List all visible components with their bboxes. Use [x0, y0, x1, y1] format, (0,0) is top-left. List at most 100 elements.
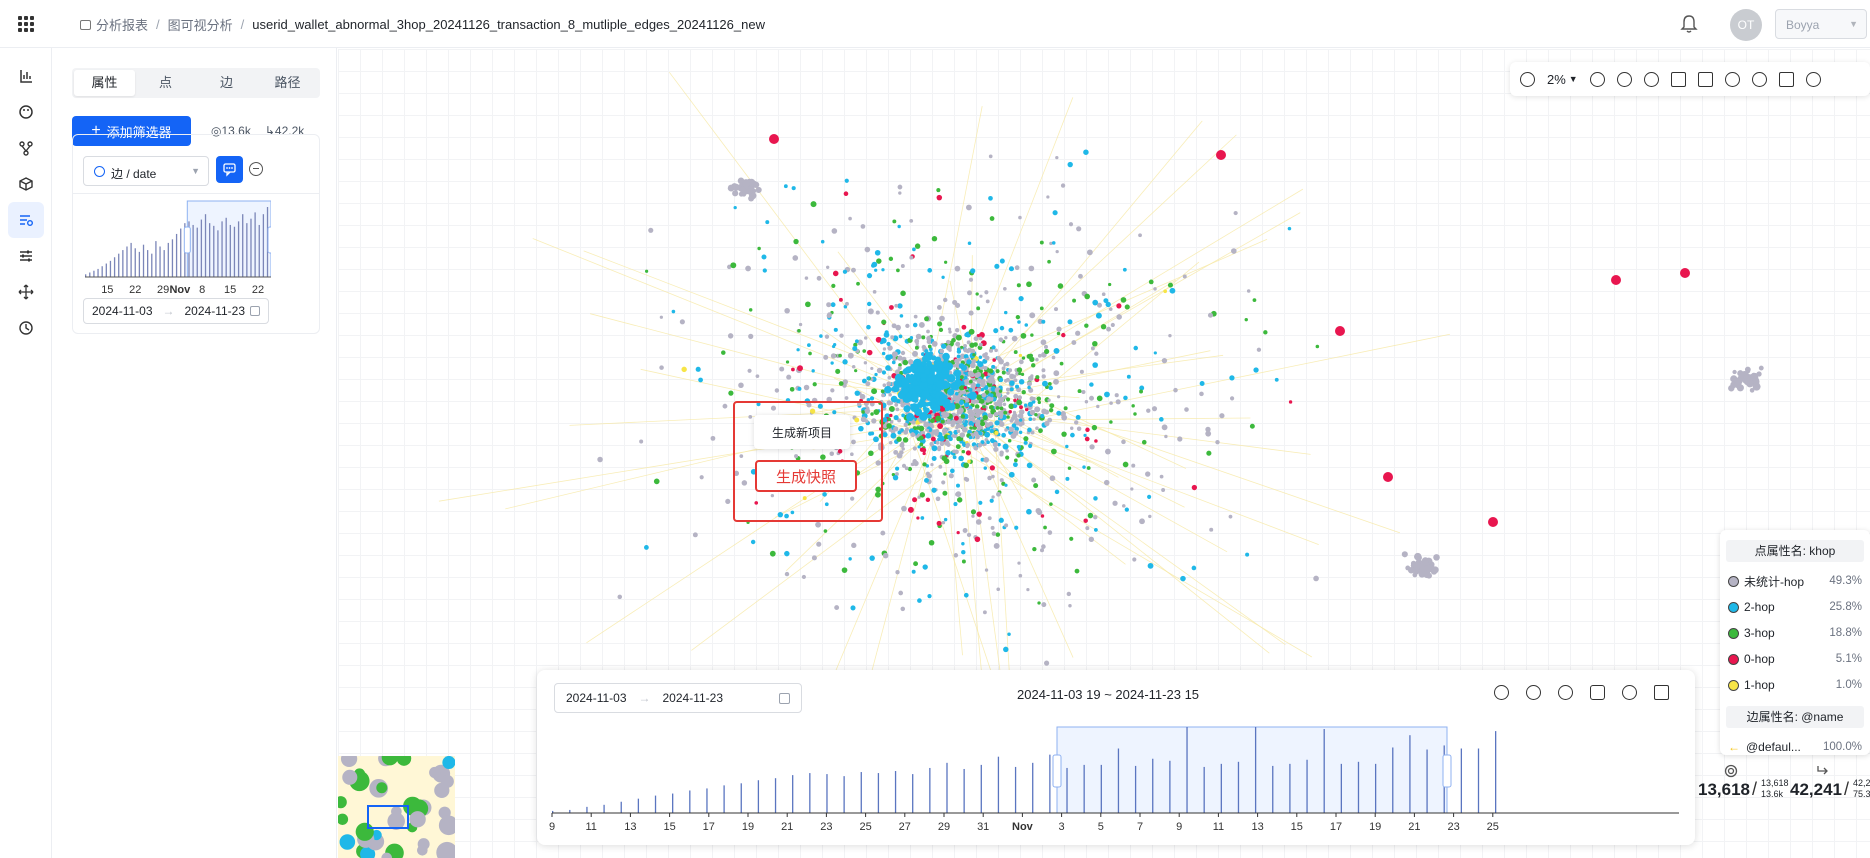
filter-date-range[interactable]: 2024-11-03 → 2024-11-23 [83, 298, 269, 324]
graph-node [1005, 397, 1011, 402]
filter-list-icon[interactable] [8, 202, 44, 238]
graph-node [835, 368, 841, 374]
fullscreen-icon[interactable] [1654, 685, 1669, 700]
filter-histogram[interactable]: 15 22 29 Nov 8 15 22 [81, 197, 271, 297]
graph-node [999, 421, 1005, 427]
clock-icon [94, 166, 105, 177]
lasso-icon[interactable] [1724, 71, 1740, 87]
play-icon[interactable] [1494, 685, 1509, 700]
graph-node [921, 389, 930, 398]
legend-edge-item[interactable]: ← @defaul... 100.0% [1720, 734, 1870, 760]
graph-node [969, 426, 973, 430]
timeline-histogram[interactable]: 9 11 13 15 17 19 21 23 25 27 29 31 Nov 3 5 7 9 11 13 15 17 19… [537, 715, 1695, 843]
history-icon[interactable] [8, 310, 44, 346]
graph-node [964, 477, 970, 482]
graph-node [961, 449, 966, 454]
graph-node [936, 304, 942, 310]
tab-nodes[interactable]: 点 [135, 70, 196, 96]
graph-node [881, 393, 885, 398]
graph-node [991, 495, 995, 499]
redo-icon[interactable] [1643, 71, 1659, 87]
graph-node [937, 372, 944, 378]
timeline-bar [672, 793, 674, 813]
filter-start-date: 2024-11-03 [92, 304, 153, 318]
minimap[interactable] [338, 756, 455, 858]
graph-node [980, 421, 986, 427]
legend-node-item[interactable]: 3-hop 18.8% [1720, 620, 1870, 646]
reset-icon[interactable] [1558, 685, 1573, 700]
collapse-icon[interactable] [1622, 685, 1637, 700]
graph-node [1173, 387, 1178, 393]
tab-edges[interactable]: 边 [196, 70, 257, 96]
graph-node [1037, 400, 1041, 405]
bar-chart-icon[interactable] [8, 58, 44, 94]
legend-node-item[interactable]: 2-hop 25.8% [1720, 594, 1870, 620]
graph-node [1245, 552, 1250, 557]
user-select[interactable]: Boyya ▼ [1775, 9, 1867, 39]
graph-node [1219, 413, 1225, 419]
graph-node [993, 446, 999, 452]
help-icon[interactable] [1805, 71, 1821, 87]
graph-node [1120, 297, 1127, 303]
graph-branch-icon[interactable] [8, 130, 44, 166]
download-icon[interactable] [1697, 71, 1713, 87]
timeline-bar [723, 785, 725, 813]
graph-node [725, 498, 731, 505]
graph-node [1085, 427, 1090, 432]
path-icon[interactable] [1751, 71, 1767, 87]
comment-icon[interactable] [216, 156, 243, 183]
apps-grid-icon[interactable] [18, 16, 34, 32]
fullscreen-icon[interactable] [1778, 71, 1794, 87]
palette-icon[interactable] [8, 94, 44, 130]
move-icon[interactable] [8, 274, 44, 310]
zoom-in-icon[interactable] [1520, 71, 1535, 87]
graph-node [906, 413, 915, 422]
edge-arrow-icon: ← [1728, 740, 1740, 754]
filter-histogram-bar [151, 253, 153, 277]
legend-node-item[interactable]: 1-hop 1.0% [1720, 672, 1870, 698]
sliders-icon[interactable] [8, 238, 44, 274]
graph-node [1249, 423, 1255, 429]
breadcrumb-item-graph-analysis[interactable]: 图可视分析 [168, 15, 233, 34]
tab-paths[interactable]: 路径 [257, 70, 318, 96]
breadcrumb-item-reports[interactable]: 分析报表 [96, 15, 148, 34]
graph-node [1042, 380, 1048, 387]
bell-icon[interactable] [1680, 14, 1698, 34]
graph-node [1023, 436, 1029, 442]
graph-node [1035, 426, 1039, 430]
legend-node-item[interactable]: 未统计-hop 49.3% [1720, 568, 1870, 594]
graph-node [1069, 536, 1074, 541]
remove-filter-icon[interactable] [249, 162, 263, 176]
graph-node [998, 337, 1003, 342]
graph-node [1053, 370, 1060, 377]
filter-histogram-bar [258, 224, 260, 277]
graph-node [975, 292, 979, 296]
graph-node [1068, 222, 1074, 227]
filter-property-select[interactable]: 边 / date ▼ [83, 156, 209, 186]
zoom-out-icon[interactable] [1589, 71, 1605, 87]
pin-icon[interactable] [1526, 685, 1541, 700]
context-menu-new-project[interactable]: 生成新项目 [754, 415, 850, 449]
undo-icon[interactable] [1616, 71, 1632, 87]
tab-attributes[interactable]: 属性 [74, 70, 135, 96]
context-menu-snapshot[interactable]: 生成快照 [755, 460, 857, 492]
timeline-date-range[interactable]: 2024-11-03 → 2024-11-23 [554, 683, 802, 713]
graph-node [1001, 370, 1006, 375]
cube-icon[interactable] [8, 166, 44, 202]
avatar[interactable]: OT [1730, 9, 1762, 41]
minimap-view[interactable] [338, 756, 455, 858]
filter-histogram-bar [167, 242, 169, 277]
split-icon[interactable] [1590, 685, 1605, 700]
graph-node [1012, 410, 1017, 415]
legend-node-item[interactable]: 0-hop 5.1% [1720, 646, 1870, 672]
graph-node [866, 349, 873, 356]
zoom-select[interactable]: 2% ▼ [1547, 72, 1578, 87]
minimap-node [436, 841, 455, 858]
fit-view-icon[interactable] [1670, 71, 1686, 87]
graph-node [839, 333, 844, 338]
graph-node [944, 398, 951, 405]
filter-histogram-tick: 15 [224, 284, 236, 296]
graph-node [944, 412, 950, 418]
graph-node [1004, 336, 1008, 340]
graph-node [1088, 536, 1095, 543]
